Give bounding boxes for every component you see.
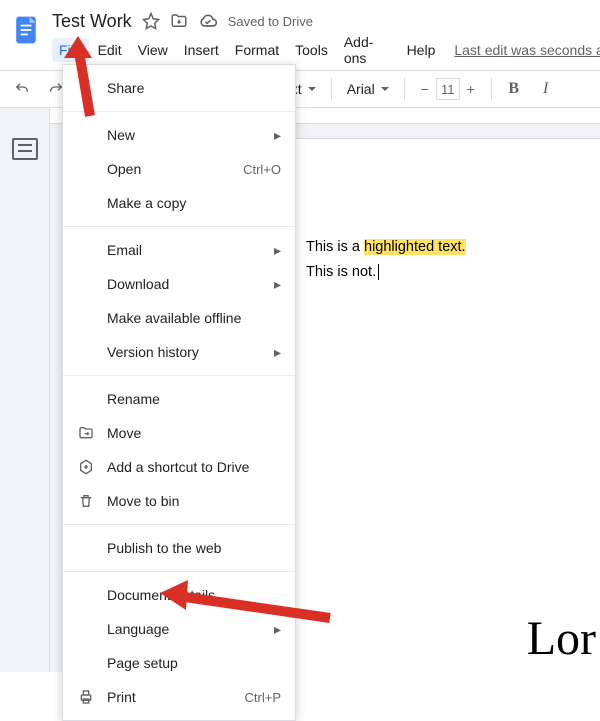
menu-addons[interactable]: Add-ons — [337, 30, 398, 70]
text-plain: This is not. — [306, 264, 376, 280]
menuitem-share[interactable]: Share — [63, 71, 295, 105]
menuitem-version-history[interactable]: Version history ▸ — [63, 335, 295, 369]
move-folder-icon[interactable] — [170, 12, 188, 30]
menuitem-document-details[interactable]: Document details — [63, 578, 295, 612]
star-icon[interactable] — [142, 12, 160, 30]
trash-icon — [77, 492, 95, 510]
menuitem-rename[interactable]: Rename — [63, 382, 295, 416]
menu-view[interactable]: View — [131, 38, 175, 62]
submenu-arrow-icon: ▸ — [274, 621, 281, 638]
left-rail — [0, 108, 50, 672]
menuitem-move[interactable]: Move — [63, 416, 295, 450]
submenu-arrow-icon: ▸ — [274, 344, 281, 361]
menuitem-open[interactable]: Open Ctrl+O — [63, 152, 295, 186]
italic-button[interactable]: I — [533, 76, 559, 102]
text-highlighted: highlighted text. — [364, 239, 466, 255]
submenu-arrow-icon: ▸ — [274, 127, 281, 144]
menu-file[interactable]: File — [52, 38, 89, 62]
decrease-font-button[interactable]: − — [414, 78, 436, 100]
file-menu-dropdown: Share New ▸ Open Ctrl+O Make a copy Emai… — [62, 64, 296, 721]
bold-button[interactable]: B — [501, 76, 527, 102]
menuitem-add-shortcut[interactable]: Add a shortcut to Drive — [63, 450, 295, 484]
menuitem-offline[interactable]: Make available offline — [63, 301, 295, 335]
shortcut-hint: Ctrl+O — [243, 162, 281, 177]
menuitem-new[interactable]: New ▸ — [63, 118, 295, 152]
menuitem-move-to-bin[interactable]: Move to bin — [63, 484, 295, 518]
menuitem-download[interactable]: Download ▸ — [63, 267, 295, 301]
last-edit-link[interactable]: Last edit was seconds age — [454, 42, 600, 58]
font-label: Arial — [347, 81, 375, 97]
menu-format[interactable]: Format — [228, 38, 286, 62]
menu-help[interactable]: Help — [400, 38, 443, 62]
undo-button[interactable] — [8, 75, 36, 103]
text-plain: This is a — [306, 239, 364, 255]
menubar: File Edit View Insert Format Tools Add-o… — [52, 36, 600, 64]
doc-line-1[interactable]: This is a highlighted text. — [306, 235, 600, 260]
increase-font-button[interactable]: + — [460, 78, 482, 100]
docs-logo[interactable] — [8, 12, 44, 48]
menuitem-email[interactable]: Email ▸ — [63, 233, 295, 267]
menuitem-page-setup[interactable]: Page setup — [63, 646, 295, 680]
menu-insert[interactable]: Insert — [177, 38, 226, 62]
menuitem-language[interactable]: Language ▸ — [63, 612, 295, 646]
menu-edit[interactable]: Edit — [91, 38, 129, 62]
document-title[interactable]: Test Work — [52, 11, 132, 32]
menu-tools[interactable]: Tools — [288, 38, 335, 62]
cloud-saved-icon — [198, 11, 218, 31]
menuitem-publish[interactable]: Publish to the web — [63, 531, 295, 565]
submenu-arrow-icon: ▸ — [274, 242, 281, 259]
menuitem-print[interactable]: Print Ctrl+P — [63, 680, 295, 714]
save-status: Saved to Drive — [228, 14, 313, 29]
outline-button[interactable] — [12, 138, 38, 160]
shortcut-icon — [77, 458, 95, 476]
move-icon — [77, 424, 95, 442]
font-select[interactable]: Arial — [341, 75, 395, 103]
text-cursor — [378, 264, 383, 280]
chevron-down-icon — [381, 87, 389, 95]
font-size-input[interactable]: 11 — [436, 78, 460, 100]
watermark-text: Lor — [527, 611, 596, 666]
print-icon — [77, 688, 95, 706]
submenu-arrow-icon: ▸ — [274, 276, 281, 293]
chevron-down-icon — [308, 87, 316, 95]
document-page[interactable]: This is a highlighted text. This is not. — [245, 138, 600, 672]
doc-line-2[interactable]: This is not. — [306, 260, 600, 285]
shortcut-hint: Ctrl+P — [245, 690, 281, 705]
menuitem-make-copy[interactable]: Make a copy — [63, 186, 295, 220]
